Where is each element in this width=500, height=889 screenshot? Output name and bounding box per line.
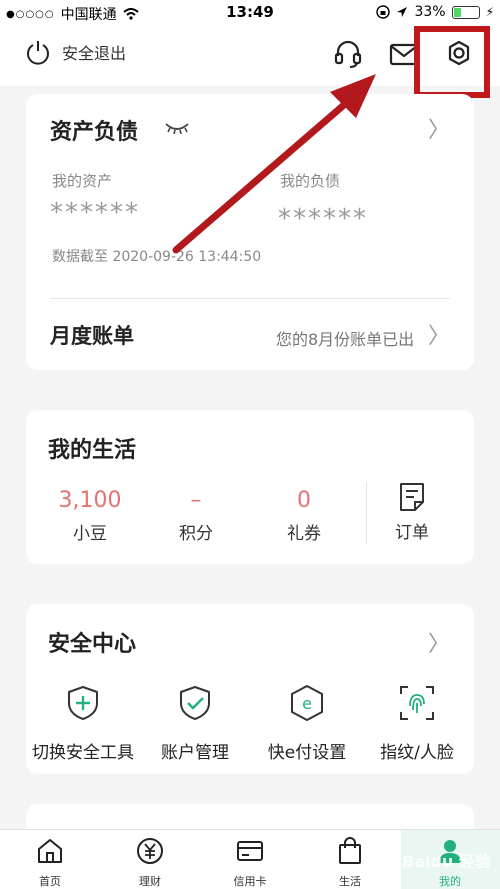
eye-closed-icon[interactable] [164,122,190,134]
status-right: 33% ⚡ [376,4,494,20]
my-assets-value: ****** [50,198,140,228]
my-debts-value: ****** [278,204,368,234]
battery-percent: 33% [414,4,446,20]
tab-wealth[interactable]: 理财 [100,836,200,889]
location-icon [397,7,408,17]
logout-button[interactable]: 安全退出 [24,38,126,66]
tab-home-label: 首页 [39,875,61,888]
life-card: 我的生活 3,100 小豆 – 积分 0 礼券 订单 [26,410,474,564]
switch-security-tool[interactable]: 切换安全工具 [28,684,138,763]
points-stat[interactable]: – 积分 [146,488,246,544]
charging-icon: ⚡ [485,5,494,19]
battery-fill [453,7,462,17]
points-label: 积分 [179,524,213,544]
beans-value: 3,100 [58,488,122,513]
my-debts-label: 我的负债 [280,172,341,190]
beans-stat[interactable]: 3,100 小豆 [40,488,140,544]
battery-icon [451,5,480,19]
fingerprint-icon [400,686,434,720]
coupons-value: 0 [297,488,311,513]
life-title: 我的生活 [48,438,137,463]
status-bar: ●○○○○ 中国联通 13:49 33% ⚡ [0,0,500,24]
orders-label: 订单 [395,523,429,543]
tab-home[interactable]: 首页 [0,836,100,889]
home-icon [38,839,62,863]
tab-credit-card[interactable]: 信用卡 [200,836,300,889]
tab-credit-card-label: 信用卡 [233,875,267,888]
hexagon-e-icon: e [291,685,323,721]
logout-label: 安全退出 [62,44,127,63]
security-card: 安全中心 〉 切换安全工具 账户管理 e 快e付设置 指纹/人脸 [26,604,474,774]
chevron-right-icon[interactable]: 〉 [428,626,450,658]
credit-card-icon [237,841,263,861]
switch-security-tool-label: 切换安全工具 [32,743,134,763]
my-assets-label: 我的资产 [52,172,113,190]
chevron-right-icon[interactable]: 〉 [428,318,450,350]
yuan-icon [137,838,163,864]
svg-text:e: e [302,694,312,713]
tab-wealth-label: 理财 [139,875,161,888]
account-management-label: 账户管理 [161,743,229,763]
order-icon [400,483,424,511]
power-icon [27,41,49,65]
watermark: Baidu 经验 [402,852,491,871]
rotation-lock-icon [376,5,391,19]
orders-button[interactable]: 订单 [362,482,462,543]
quick-pay-settings[interactable]: e 快e付设置 [252,684,362,763]
tab-life[interactable]: 生活 [300,836,400,889]
settings-highlight-box [414,26,490,98]
coupons-stat[interactable]: 0 礼券 [254,488,354,544]
customer-service-icon[interactable] [332,38,364,70]
monthly-bill-note[interactable]: 您的8月份账单已出 [276,326,414,350]
chevron-right-icon[interactable]: 〉 [428,112,450,144]
quick-pay-settings-label: 快e付设置 [267,743,347,763]
assets-title: 资产负债 [50,120,139,145]
tab-life-label: 生活 [339,875,361,888]
shield-plus-icon [68,686,98,720]
shield-check-icon [180,686,210,720]
monthly-bill-title[interactable]: 月度账单 [50,320,134,350]
divider [50,298,450,299]
header: 安全退出 [0,24,500,98]
points-value: – [190,488,202,513]
tab-mine-label: 我的 [439,875,461,888]
beans-label: 小豆 [73,524,107,544]
coupons-label: 礼券 [287,524,321,544]
data-timestamp: 数据截至 2020-09-26 13:44:50 [52,249,262,265]
account-management[interactable]: 账户管理 [140,684,250,763]
fingerprint-face-label: 指纹/人脸 [380,743,454,763]
assets-card: 资产负债 〉 我的资产 ****** 我的负债 ****** 数据截至 2020… [26,94,474,370]
tab-bar: 首页 理财 信用卡 生活 我的 Baidu 经验 [0,829,500,889]
security-title: 安全中心 [48,632,137,657]
shopping-bag-icon [339,837,361,864]
fingerprint-face[interactable]: 指纹/人脸 [362,684,472,763]
